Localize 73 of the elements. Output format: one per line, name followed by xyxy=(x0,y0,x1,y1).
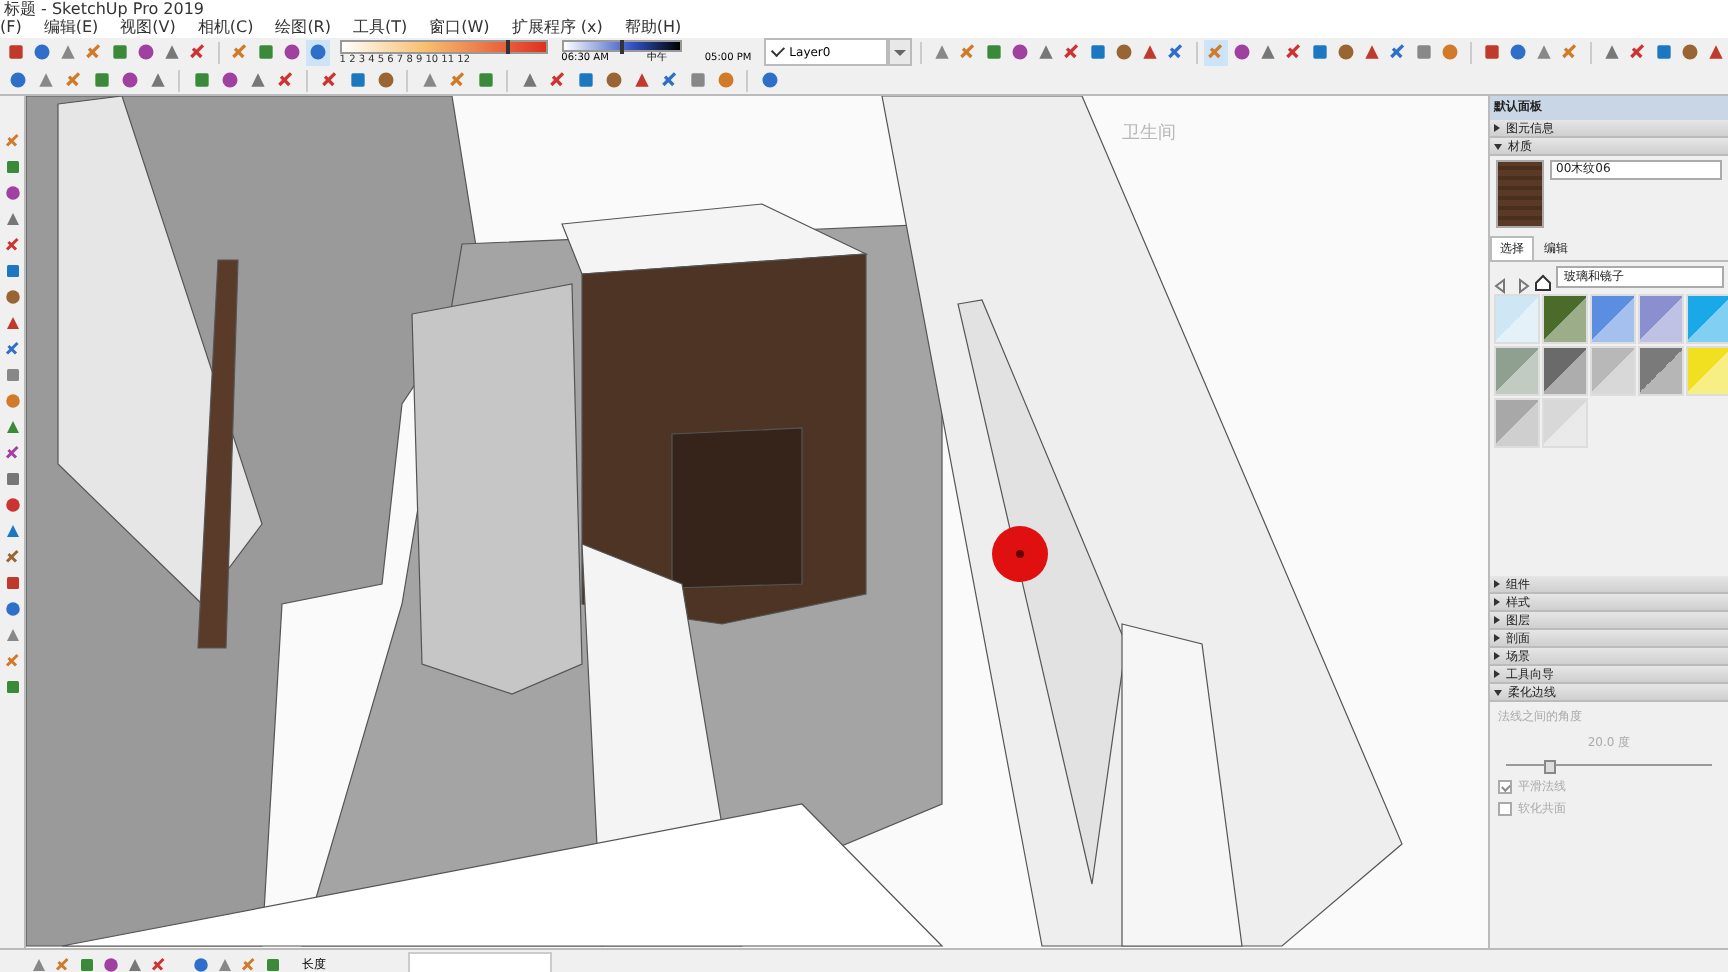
tool-icon[interactable] xyxy=(148,953,170,972)
material-swatch[interactable] xyxy=(1494,294,1540,344)
marker-dot xyxy=(992,526,1048,582)
measurements-field[interactable] xyxy=(408,952,552,972)
material-swatch[interactable] xyxy=(1590,346,1636,396)
material-swatch[interactable] xyxy=(1638,294,1684,344)
material-swatch[interactable] xyxy=(1494,398,1540,448)
slider-thumb[interactable] xyxy=(1543,760,1556,774)
tool-icon[interactable] xyxy=(1085,39,1110,65)
material-swatch[interactable] xyxy=(1590,294,1636,344)
tool-icon[interactable] xyxy=(108,39,132,65)
slider-thumb[interactable] xyxy=(619,40,624,54)
slider-thumb[interactable] xyxy=(506,39,511,53)
tool-icon[interactable] xyxy=(1651,39,1676,65)
tool-icon[interactable] xyxy=(1111,39,1136,65)
menu-item[interactable]: (F) xyxy=(0,18,22,38)
tool-icon[interactable] xyxy=(0,388,24,412)
menu-item[interactable]: 窗口(W) xyxy=(429,18,490,38)
menu-item[interactable]: 工具(T) xyxy=(353,18,408,38)
menu-item[interactable]: 编辑(E) xyxy=(43,18,99,38)
material-swatch[interactable] xyxy=(1494,346,1540,396)
tool-icon[interactable] xyxy=(1230,39,1255,65)
material-swatch[interactable] xyxy=(1542,294,1588,344)
tool-icon[interactable] xyxy=(1506,39,1531,65)
tool-icon[interactable] xyxy=(981,39,1006,65)
checkbox[interactable] xyxy=(1498,780,1512,794)
material-swatch[interactable] xyxy=(1638,346,1684,396)
tool-icon[interactable] xyxy=(0,596,24,620)
tool-icon[interactable] xyxy=(1677,39,1702,65)
pencil-icon[interactable] xyxy=(1204,39,1229,65)
shadow-icon[interactable] xyxy=(305,39,330,65)
checkbox[interactable] xyxy=(1498,802,1512,816)
tool-icon[interactable] xyxy=(1412,39,1437,65)
tool-icon[interactable] xyxy=(134,39,158,65)
tool-icon[interactable] xyxy=(262,953,284,972)
time-slider[interactable] xyxy=(561,40,682,52)
material-swatch[interactable] xyxy=(1542,398,1588,448)
tool-icon[interactable] xyxy=(190,953,212,972)
tool-icon[interactable] xyxy=(0,492,24,516)
tool-icon[interactable] xyxy=(0,544,24,568)
menu-item[interactable]: 视图(V) xyxy=(120,18,176,38)
tool-icon[interactable] xyxy=(30,39,54,65)
menu-item[interactable]: 相机(C) xyxy=(197,18,254,38)
tool-icon[interactable] xyxy=(0,128,24,152)
tool-icon[interactable] xyxy=(52,953,74,972)
tool-icon[interactable] xyxy=(1334,39,1359,65)
tool-icon[interactable] xyxy=(1480,39,1505,65)
dropdown-button[interactable] xyxy=(888,38,912,66)
tool-icon[interactable] xyxy=(1438,39,1463,65)
tool-icon[interactable] xyxy=(1007,39,1032,65)
tool-icon[interactable] xyxy=(0,232,24,256)
material-swatch[interactable] xyxy=(1686,346,1728,396)
date-slider[interactable] xyxy=(339,39,548,53)
tool-icon[interactable] xyxy=(76,953,98,972)
tool-icon[interactable] xyxy=(100,953,122,972)
tool-icon[interactable] xyxy=(4,39,28,65)
window-title: 标题 - SketchUp Pro 2019 xyxy=(4,0,204,18)
material-swatch[interactable] xyxy=(1542,346,1588,396)
room-label: 卫生间 xyxy=(1122,121,1176,146)
tool-icon[interactable] xyxy=(0,284,24,308)
tool-icon[interactable] xyxy=(0,336,24,360)
tool-icon[interactable] xyxy=(1308,39,1333,65)
tool-icon[interactable] xyxy=(253,39,278,65)
tool-icon[interactable] xyxy=(238,953,260,972)
tool-icon[interactable] xyxy=(0,180,24,204)
menu-item[interactable]: 绘图(R) xyxy=(275,18,331,38)
menu-item[interactable]: 扩展程序 (x) xyxy=(511,18,603,38)
tool-icon[interactable] xyxy=(0,648,24,672)
tool-icon[interactable] xyxy=(279,39,304,65)
menu-item[interactable]: 帮助(H) xyxy=(624,18,682,38)
material-preview xyxy=(1496,160,1544,228)
material-swatch[interactable] xyxy=(1686,294,1728,344)
tool-icon[interactable] xyxy=(0,440,24,464)
